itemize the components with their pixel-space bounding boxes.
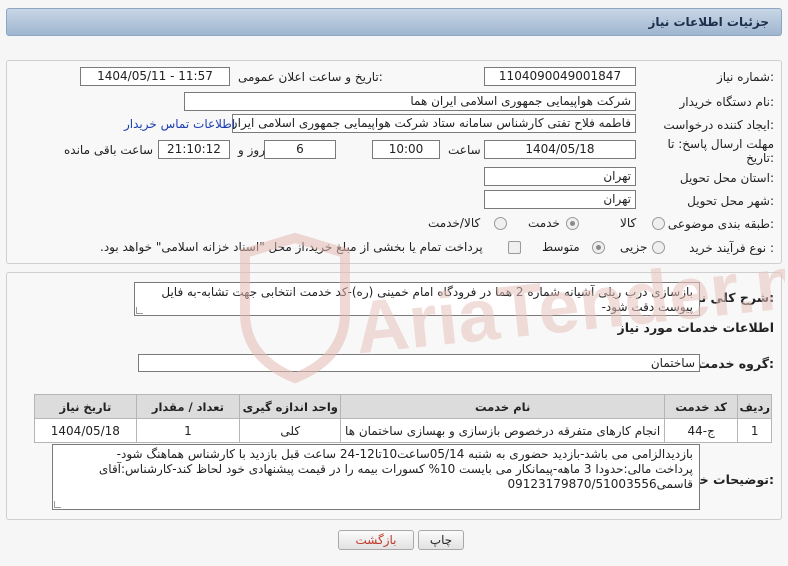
col-name: نام خدمت <box>340 394 665 419</box>
service-group-label: گروه خدمت: <box>697 356 774 371</box>
need-info-panel <box>6 60 782 264</box>
category-option-goods-service: کالا/خدمت <box>428 216 481 230</box>
buyer-notes-textarea: بازدیدالزامی می باشد-بازدید حضوری به شنب… <box>52 444 700 510</box>
process-option-minor: جزیی <box>620 240 648 254</box>
resize-handle-icon[interactable] <box>54 501 61 508</box>
deadline-label-line2: تاریخ: <box>746 151 774 165</box>
cell-qty: 1 <box>135 418 241 443</box>
buyer-notes-line1: بازدیدالزامی می باشد-بازدید حضوری به شنب… <box>116 447 693 461</box>
days-remaining-field: 6 <box>264 140 336 159</box>
buyer-contact-link[interactable]: اطلاعات تماس خریدار <box>124 117 235 131</box>
category-radio-goods[interactable] <box>652 217 665 230</box>
buyer-notes-line2: پرداخت مالی:حدودا 3 ماهه-پیمانکار می بای… <box>98 462 693 476</box>
requester-field: فاطمه فلاح تفتی کارشناس سامانه ستاد شرکت… <box>232 114 636 133</box>
category-radio-goods-service[interactable] <box>494 217 507 230</box>
col-row: ردیف <box>737 394 772 419</box>
deadline-date-field: 1404/05/18 <box>484 140 636 159</box>
category-option-goods: کالا <box>620 216 637 230</box>
col-unit: واحد اندازه گیری <box>239 394 342 419</box>
summary-text: بازسازی درب ریلی آشیانه شماره 2 هما در ف… <box>161 285 693 314</box>
days-label: روز و <box>238 143 265 157</box>
col-code: کد خدمت <box>663 394 739 419</box>
buyer-org-field: شرکت هواپیمایی جمهوری اسلامی ایران هما <box>184 92 636 111</box>
remaining-time-field: 21:10:12 <box>158 140 230 159</box>
page-header: جزئیات اطلاعات نیاز <box>6 8 782 36</box>
buyer-org-label: نام دستگاه خریدار: <box>679 95 775 109</box>
deadline-time-label: ساعت <box>448 143 481 157</box>
announce-datetime-field: 1404/05/11 - 11:57 <box>80 67 230 86</box>
treasury-checkbox[interactable] <box>508 241 521 254</box>
need-number-label: شماره نیاز: <box>716 70 774 84</box>
buyer-notes-line3: قاسمی09123179870/51003556 <box>507 477 694 491</box>
cell-unit: کلی <box>239 418 342 443</box>
page-title: جزئیات اطلاعات نیاز <box>648 15 769 29</box>
col-qty: تعداد / مقدار <box>135 394 241 419</box>
cell-row: 1 <box>737 418 772 443</box>
requester-label: ایجاد کننده درخواست: <box>663 118 774 132</box>
category-option-service: خدمت <box>528 216 560 230</box>
table-row: 1 ج-44 انجام کارهای متفرقه درخصوص بازساز… <box>34 418 772 443</box>
table-header-row: ردیف کد خدمت نام خدمت واحد اندازه گیری ت… <box>34 394 772 419</box>
col-date: تاریخ نیاز <box>34 394 137 419</box>
treasury-note: پرداخت تمام یا بخشی از مبلغ خرید،از محل … <box>100 240 483 254</box>
announce-datetime-label: تاریخ و ساعت اعلان عمومی: <box>238 70 383 84</box>
process-label: نوع فرآیند خرید : <box>689 241 774 255</box>
province-field: تهران <box>484 167 636 186</box>
services-table: ردیف کد خدمت نام خدمت واحد اندازه گیری ت… <box>34 394 772 443</box>
category-label: طبقه بندی موضوعی: <box>667 217 774 231</box>
deadline-time-field: 10:00 <box>372 140 440 159</box>
process-option-medium: متوسط <box>542 240 580 254</box>
summary-textarea: بازسازی درب ریلی آشیانه شماره 2 هما در ف… <box>134 282 700 316</box>
print-button[interactable]: چاپ <box>418 530 464 550</box>
city-label: شهر محل تحویل: <box>687 194 774 208</box>
category-radio-service[interactable] <box>566 217 579 230</box>
cell-name: انجام کارهای متفرقه درخصوص بازسازی و بهس… <box>340 418 665 443</box>
process-radio-minor[interactable] <box>652 241 665 254</box>
city-field: تهران <box>484 190 636 209</box>
province-label: استان محل تحویل: <box>679 171 774 185</box>
service-group-field: ساختمان <box>138 354 700 372</box>
remaining-time-label: ساعت باقی مانده <box>64 143 154 157</box>
services-section-title: اطلاعات خدمات مورد نیاز <box>617 320 775 335</box>
process-radio-medium[interactable] <box>592 241 605 254</box>
need-number-field: 1104090049001847 <box>484 67 636 86</box>
cell-code: ج-44 <box>663 418 739 443</box>
cell-date: 1404/05/18 <box>34 418 137 443</box>
back-button[interactable]: بازگشت <box>338 530 414 550</box>
deadline-label-line1: مهلت ارسال پاسخ: تا <box>667 137 774 151</box>
resize-handle-icon[interactable] <box>136 307 143 314</box>
